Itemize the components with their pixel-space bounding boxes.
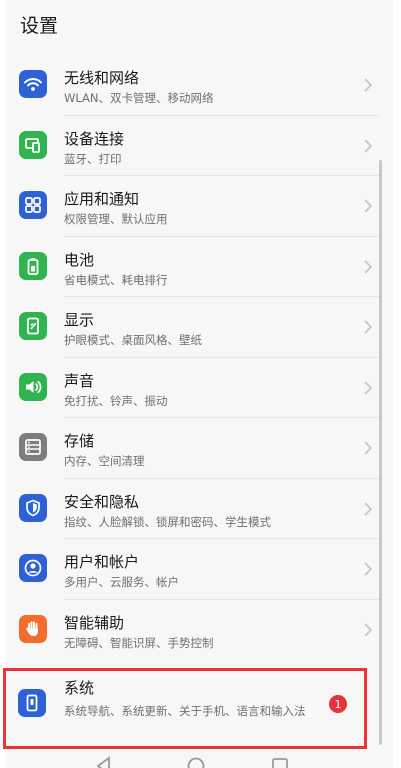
chevron-right-icon	[363, 380, 373, 396]
settings-item-subtitle: 多用户、云服务、帐户	[64, 575, 179, 589]
settings-item-wireless-network[interactable]: 无线和网络 WLAN、双卡管理、移动网络	[6, 55, 393, 116]
settings-item-subtitle: 护眼模式、桌面风格、壁纸	[64, 333, 202, 347]
settings-item-title: 智能辅助	[64, 613, 125, 632]
chevron-right-icon	[363, 561, 373, 577]
settings-item-apps-notifications[interactable]: 应用和通知 权限管理、默认应用	[6, 176, 393, 237]
display-icon	[19, 312, 47, 340]
settings-item-title: 设备连接	[64, 129, 125, 148]
device-connection-icon	[19, 130, 47, 159]
phone-icon	[18, 689, 46, 717]
chevron-right-icon	[363, 77, 373, 93]
chevron-right-icon	[363, 622, 373, 638]
settings-item-display[interactable]: 显示 护眼模式、桌面风格、壁纸	[6, 297, 393, 358]
user-icon	[19, 554, 47, 582]
settings-item-title: 系统	[64, 679, 95, 697]
header: 设置	[6, 0, 393, 50]
battery-icon	[19, 251, 47, 280]
home-icon[interactable]	[186, 756, 206, 768]
settings-item-subtitle: WLAN、双卡管理、移动网络	[64, 91, 214, 105]
chevron-right-icon	[363, 440, 373, 456]
settings-item-sound[interactable]: 声音 免打扰、铃声、振动	[6, 358, 393, 418]
chevron-right-icon	[363, 259, 373, 275]
apps-icon	[19, 191, 47, 219]
settings-item-security-privacy[interactable]: 安全和隐私 指纹、人脸解锁、锁屏和密码、学生模式	[6, 479, 393, 539]
settings-item-title: 电池	[64, 250, 95, 269]
settings-item-device-connection[interactable]: 设备连接 蓝牙、打印	[6, 116, 393, 176]
settings-item-title: 用户和帐户	[64, 553, 140, 571]
recents-icon[interactable]	[270, 756, 290, 768]
chevron-right-icon	[363, 319, 373, 335]
settings-item-users-accounts[interactable]: 用户和帐户 多用户、云服务、帐户	[6, 539, 393, 600]
settings-item-title: 无线和网络	[64, 69, 140, 87]
settings-item-subtitle: 蓝牙、打印	[64, 151, 122, 166]
back-icon[interactable]	[94, 756, 114, 768]
settings-item-subtitle: 权限管理、默认应用	[64, 212, 168, 226]
settings-item-subtitle: 系统导航、系统更新、关于手机、语言和输入法	[64, 704, 306, 718]
shield-icon	[19, 493, 47, 522]
settings-item-title: 安全和隐私	[64, 492, 140, 511]
scrollbar[interactable]	[379, 160, 382, 745]
sound-icon	[19, 372, 47, 401]
wifi-icon	[19, 70, 47, 98]
navigation-bar	[6, 756, 393, 768]
settings-item-subtitle: 指纹、人脸解锁、锁屏和密码、学生模式	[64, 514, 271, 529]
settings-item-title: 存储	[64, 432, 95, 450]
notification-badge: 1	[329, 695, 347, 713]
settings-list: 无线和网络 WLAN、双卡管理、移动网络 设备连接 蓝牙、打印 应用和通知 权限…	[6, 55, 393, 660]
storage-icon	[19, 433, 47, 461]
settings-item-title: 声音	[64, 371, 95, 390]
settings-item-subtitle: 无障碍、智能识屏、手势控制	[64, 635, 214, 650]
settings-item-subtitle: 省电模式、耗电排行	[64, 272, 168, 287]
settings-item-subtitle: 内存、空间清理	[64, 454, 145, 468]
chevron-right-icon	[363, 198, 373, 214]
settings-item-subtitle: 免打扰、铃声、振动	[64, 393, 168, 408]
settings-screen: 设置 无线和网络 WLAN、双卡管理、移动网络 设备连接 蓝牙、打印 应用和通知…	[6, 0, 393, 768]
settings-item-battery[interactable]: 电池 省电模式、耗电排行	[6, 237, 393, 297]
settings-item-storage[interactable]: 存储 内存、空间清理	[6, 418, 393, 479]
settings-item-smart-assistance[interactable]: 智能辅助 无障碍、智能识屏、手势控制	[6, 600, 393, 661]
chevron-right-icon	[363, 138, 373, 154]
page-title: 设置	[20, 15, 59, 37]
chevron-right-icon	[363, 501, 373, 517]
settings-item-title: 应用和通知	[64, 190, 140, 208]
hand-icon	[19, 614, 47, 643]
settings-item-title: 显示	[64, 311, 95, 329]
